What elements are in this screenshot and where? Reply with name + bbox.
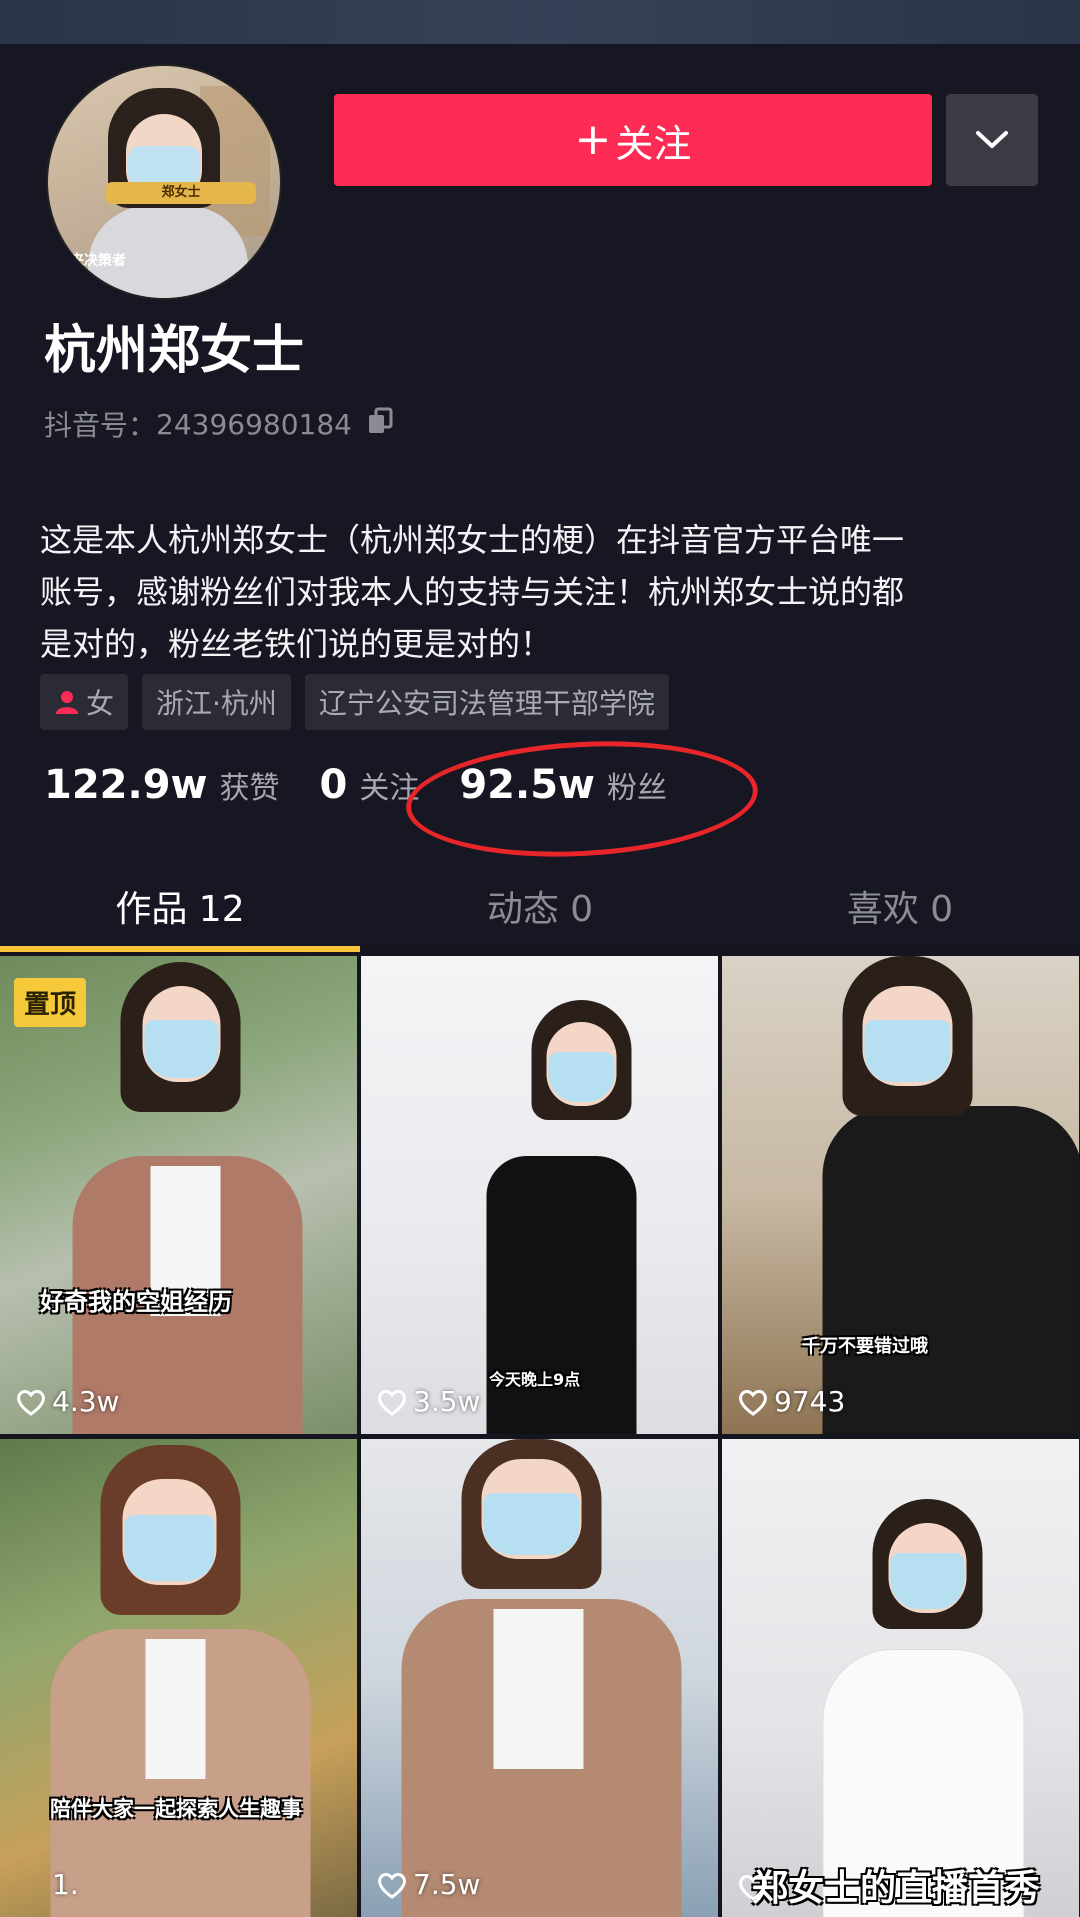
tab-indicator xyxy=(0,946,360,952)
plus-icon: + xyxy=(574,114,612,165)
chevron-down-icon xyxy=(976,131,1008,148)
thumbnail-person-mask xyxy=(548,1052,614,1102)
video-caption: 陪伴大家一起探索人生趣事 xyxy=(50,1797,302,1821)
account-id-value: 24396980184 xyxy=(156,407,352,441)
avatar-caption: 来决策者 xyxy=(70,253,126,269)
thumbnail-person-body xyxy=(486,1156,636,1434)
profile-tabs: 作品 12 动态 0 喜欢 0 xyxy=(0,880,1080,954)
gender-tag: 女 xyxy=(40,674,129,730)
bio-line: 是对的，粉丝老铁们说的更是对的！ xyxy=(40,625,553,663)
thumbnail-person xyxy=(361,1439,718,1917)
video-thumbnail[interactable]: 今天晚上9点 3.5w xyxy=(361,956,718,1434)
video-likes: 1. xyxy=(16,1868,79,1901)
video-likes-count: 3.5w xyxy=(413,1385,481,1418)
bio-line: 账号，感谢粉丝们对我本人的支持与关注！杭州郑女士说的都 xyxy=(40,573,905,611)
video-grid: 置顶 好奇我的空姐经历 4.3w 今天晚上9点 3.5w 千万不要错过哦 974… xyxy=(0,956,1080,1917)
thumbnail-person-body xyxy=(822,1106,1079,1434)
thumbnail-person-mask xyxy=(864,1020,950,1082)
follow-button[interactable]: + 关注 xyxy=(334,94,932,186)
female-icon xyxy=(54,689,80,715)
more-options-button[interactable] xyxy=(946,94,1038,186)
thumbnail-person xyxy=(0,956,357,1434)
video-likes-count: 7.5w xyxy=(413,1868,481,1901)
follow-label: 关注 xyxy=(615,121,692,166)
heart-outline-icon xyxy=(17,1389,45,1416)
school-tag: 辽宁公安司法管理干部学院 xyxy=(304,674,669,730)
avatar-tag: 郑女士 xyxy=(106,182,256,204)
video-thumbnail[interactable]: 置顶 好奇我的空姐经历 4.3w xyxy=(0,956,357,1434)
profile-name: 杭州郑女士 xyxy=(44,321,305,381)
thumbnail-person-shirt xyxy=(493,1609,583,1769)
video-likes-count: 9743 xyxy=(774,1385,846,1418)
thumbnail-person-mask xyxy=(124,1515,214,1581)
account-id-row: 抖音号： 24396980184 xyxy=(44,404,396,444)
video-caption: 好奇我的空姐经历 xyxy=(40,1288,232,1316)
video-thumbnail[interactable]: 郑女士的直播首秀 xyxy=(722,1439,1079,1917)
video-thumbnail[interactable]: 千万不要错过哦 9743 xyxy=(722,956,1079,1434)
profile-tags: 女 浙江·杭州 辽宁公安司法管理干部学院 xyxy=(40,674,669,730)
video-likes-count: 1. xyxy=(52,1868,79,1901)
video-caption: 千万不要错过哦 xyxy=(802,1336,928,1357)
video-likes: 4.3w xyxy=(16,1385,119,1418)
heart-outline-icon xyxy=(378,1389,406,1416)
tab-dynamics[interactable]: 动态 0 xyxy=(360,880,720,954)
tab-likes[interactable]: 喜欢 0 xyxy=(720,880,1080,954)
heart-outline-icon xyxy=(739,1875,767,1901)
location-tag: 浙江·杭州 xyxy=(142,674,291,730)
video-thumbnail[interactable]: 7.5w xyxy=(361,1439,718,1917)
thumbnail-person-mask xyxy=(890,1553,964,1609)
thumbnail-person-shirt xyxy=(145,1639,205,1779)
account-id-label: 抖音号： xyxy=(44,409,157,442)
thumbnail-person xyxy=(0,1439,357,1917)
avatar[interactable]: 郑女士 来决策者 xyxy=(48,66,280,298)
video-caption: 今天晚上9点 xyxy=(489,1370,581,1389)
copy-icon[interactable] xyxy=(366,406,396,443)
likes-count: 122.9w xyxy=(44,762,208,808)
video-likes: 3.5w xyxy=(377,1385,480,1418)
likes-label: 获赞 xyxy=(219,771,280,806)
video-thumbnail[interactable]: 陪伴大家一起探索人生趣事 1. xyxy=(0,1439,357,1917)
heart-outline-icon xyxy=(378,1872,406,1899)
video-caption: 郑女士的直播首秀 xyxy=(752,1868,1041,1909)
heart-outline-icon xyxy=(739,1389,767,1416)
video-likes-count: 4.3w xyxy=(52,1385,120,1418)
profile-bio: 这是本人杭州郑女士（杭州郑女士的梗）在抖音官方平台唯一 账号，感谢粉丝们对我本人… xyxy=(40,514,1040,670)
tab-works[interactable]: 作品 12 xyxy=(0,880,360,954)
gender-label: 女 xyxy=(86,687,115,720)
status-bar xyxy=(0,0,1080,44)
thumbnail-person-mask xyxy=(483,1493,579,1555)
video-likes xyxy=(738,1873,774,1901)
thumbnail-person xyxy=(722,956,1079,1434)
video-likes: 7.5w xyxy=(377,1868,480,1901)
pinned-badge: 置顶 xyxy=(14,978,87,1027)
thumbnail-person xyxy=(722,1439,1079,1917)
bio-line: 这是本人杭州郑女士（杭州郑女士的梗）在抖音官方平台唯一 xyxy=(40,521,905,559)
video-likes: 9743 xyxy=(738,1385,845,1418)
following-count[interactable]: 0 xyxy=(319,762,347,808)
thumbnail-person xyxy=(361,956,718,1434)
thumbnail-person-mask xyxy=(144,1020,218,1078)
